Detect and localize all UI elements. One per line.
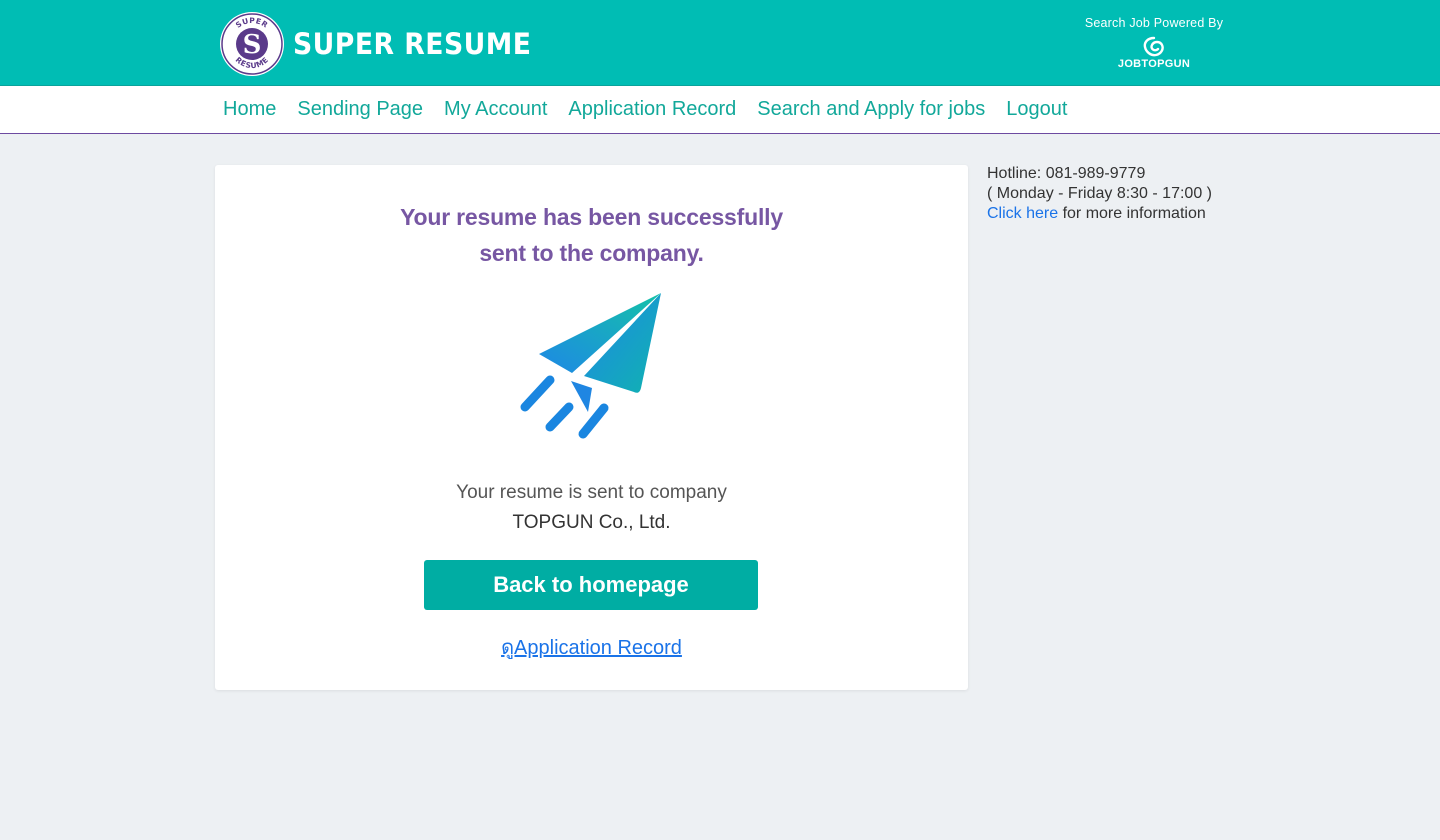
nav-item-my-account: My Account bbox=[444, 98, 547, 121]
powered-by-label: Search Job Powered By bbox=[1084, 16, 1224, 30]
top-header: SUPER RESUME S SUPER RESUME Search Job P… bbox=[0, 0, 1440, 86]
sent-message: Your resume is sent to company bbox=[456, 482, 727, 503]
office-hours-text: ( Monday - Friday 8:30 - 17:00 ) bbox=[987, 185, 1212, 202]
success-title-line-2: sent to the company. bbox=[479, 240, 704, 266]
success-title: Your resume has been successfully sent t… bbox=[215, 199, 968, 271]
back-to-homepage-button[interactable]: Back to homepage bbox=[424, 560, 758, 610]
view-application-record-link[interactable]: ดูApplication Record bbox=[215, 631, 968, 663]
nav-list: Home Sending Page My Account Application… bbox=[223, 86, 1067, 133]
nav-item-logout: Logout bbox=[1006, 98, 1067, 121]
brand-name: SUPER RESUME bbox=[293, 27, 532, 61]
nav-link-search-jobs[interactable]: Search and Apply for jobs bbox=[757, 98, 985, 120]
nav-item-home: Home bbox=[223, 98, 276, 121]
logo-letter: S bbox=[243, 30, 262, 60]
hotline-text: Hotline: 081-989-9779 bbox=[987, 165, 1146, 182]
powered-by-block: Search Job Powered By JOBTOPGUN bbox=[1060, 14, 1248, 70]
nav-link-my-account[interactable]: My Account bbox=[444, 98, 547, 120]
jobtopgun-swirl-icon[interactable] bbox=[1142, 36, 1166, 58]
paper-plane-icon bbox=[520, 293, 661, 439]
nav-item-sending-page: Sending Page bbox=[297, 98, 423, 121]
click-here-link[interactable]: Click here bbox=[987, 205, 1058, 222]
main-nav: Home Sending Page My Account Application… bbox=[0, 86, 1440, 134]
more-info-suffix: for more information bbox=[1058, 205, 1206, 222]
brand-home-link[interactable]: SUPER RESUME S SUPER RESUME bbox=[219, 11, 552, 77]
jobtopgun-name[interactable]: JOBTOPGUN bbox=[1060, 58, 1248, 70]
nav-link-application-record[interactable]: Application Record bbox=[568, 98, 736, 120]
nav-link-home[interactable]: Home bbox=[223, 98, 276, 120]
company-name: TOPGUN Co., Ltd. bbox=[512, 512, 671, 533]
nav-link-logout[interactable]: Logout bbox=[1006, 98, 1067, 120]
nav-item-search-jobs: Search and Apply for jobs bbox=[757, 98, 985, 121]
nav-item-application-record: Application Record bbox=[568, 98, 736, 121]
super-resume-logo-icon: SUPER RESUME S bbox=[220, 12, 284, 76]
nav-link-sending-page[interactable]: Sending Page bbox=[297, 98, 423, 120]
contact-sidebar: Hotline: 081-989-9779 ( Monday - Friday … bbox=[987, 164, 1247, 224]
more-info-line: Click here for more information bbox=[987, 204, 1247, 224]
success-title-line-1: Your resume has been successfully bbox=[400, 204, 783, 230]
